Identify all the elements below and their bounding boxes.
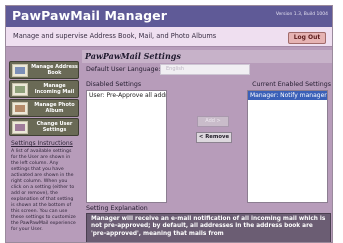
language-select[interactable]: English xyxy=(160,64,250,75)
nav-label: Manage Incoming Mail xyxy=(34,83,75,95)
add-setting-button[interactable]: Add > xyxy=(197,116,229,127)
nav-manage-photo-album-button[interactable]: Manage Photo Album xyxy=(9,99,79,117)
list-item[interactable]: User: Pre-Approve all addresses xyxy=(87,91,166,100)
enabled-settings-label: Current Enabled Settings xyxy=(252,81,331,88)
logout-button[interactable]: Log Out xyxy=(288,32,326,44)
nav-label: Change User Settings xyxy=(36,121,73,133)
nav-label: Manage Photo Album xyxy=(34,102,75,114)
list-item[interactable]: Manager: Notify manager of incoming mail xyxy=(248,91,327,100)
nav-label: Manage Address Book xyxy=(31,64,78,76)
sidebar: Manage Address Book Manage Incoming Mail… xyxy=(6,48,81,242)
instructions-title: Settings Instructions xyxy=(11,140,73,147)
title-bar: PawPawMail Manager Version 1.3, Build 10… xyxy=(6,6,332,27)
instructions-text: A list of available settings for the Use… xyxy=(11,149,76,232)
nav-change-user-settings-button[interactable]: Change User Settings xyxy=(9,118,79,136)
app-title: PawPawMail Manager xyxy=(12,8,168,23)
mail-icon xyxy=(12,83,28,96)
nav-manage-address-book-button[interactable]: Manage Address Book xyxy=(9,61,79,79)
enabled-settings-list[interactable]: Manager: Notify manager of incoming mail xyxy=(247,90,328,203)
subtitle-bar: Manage and supervise Address Book, Mail,… xyxy=(6,27,332,47)
user-settings-icon xyxy=(12,121,28,134)
language-label: Default User Language: xyxy=(86,66,161,73)
page-title: PawPawMail Settings xyxy=(82,50,332,63)
app-window: PawPawMail Manager Version 1.3, Build 10… xyxy=(5,5,333,243)
disabled-settings-label: Disabled Settings xyxy=(86,81,142,88)
version-text: Version 1.3, Build 1004 xyxy=(275,12,328,17)
photo-album-icon xyxy=(12,102,28,115)
remove-setting-button[interactable]: < Remove xyxy=(196,132,232,143)
setting-explanation-label: Setting Explanation xyxy=(86,205,148,212)
page-subtitle: Manage and supervise Address Book, Mail,… xyxy=(13,32,217,40)
disabled-settings-list[interactable]: User: Pre-Approve all addresses xyxy=(86,90,167,203)
nav-manage-incoming-mail-button[interactable]: Manage Incoming Mail xyxy=(9,80,79,98)
setting-explanation-box: Manager will receive an e-mail notificat… xyxy=(86,213,331,242)
setting-explanation-text: Manager will receive an e-mail notificat… xyxy=(91,216,326,237)
settings-panel: PawPawMail Settings Default User Languag… xyxy=(82,48,332,242)
address-book-icon xyxy=(12,64,28,77)
